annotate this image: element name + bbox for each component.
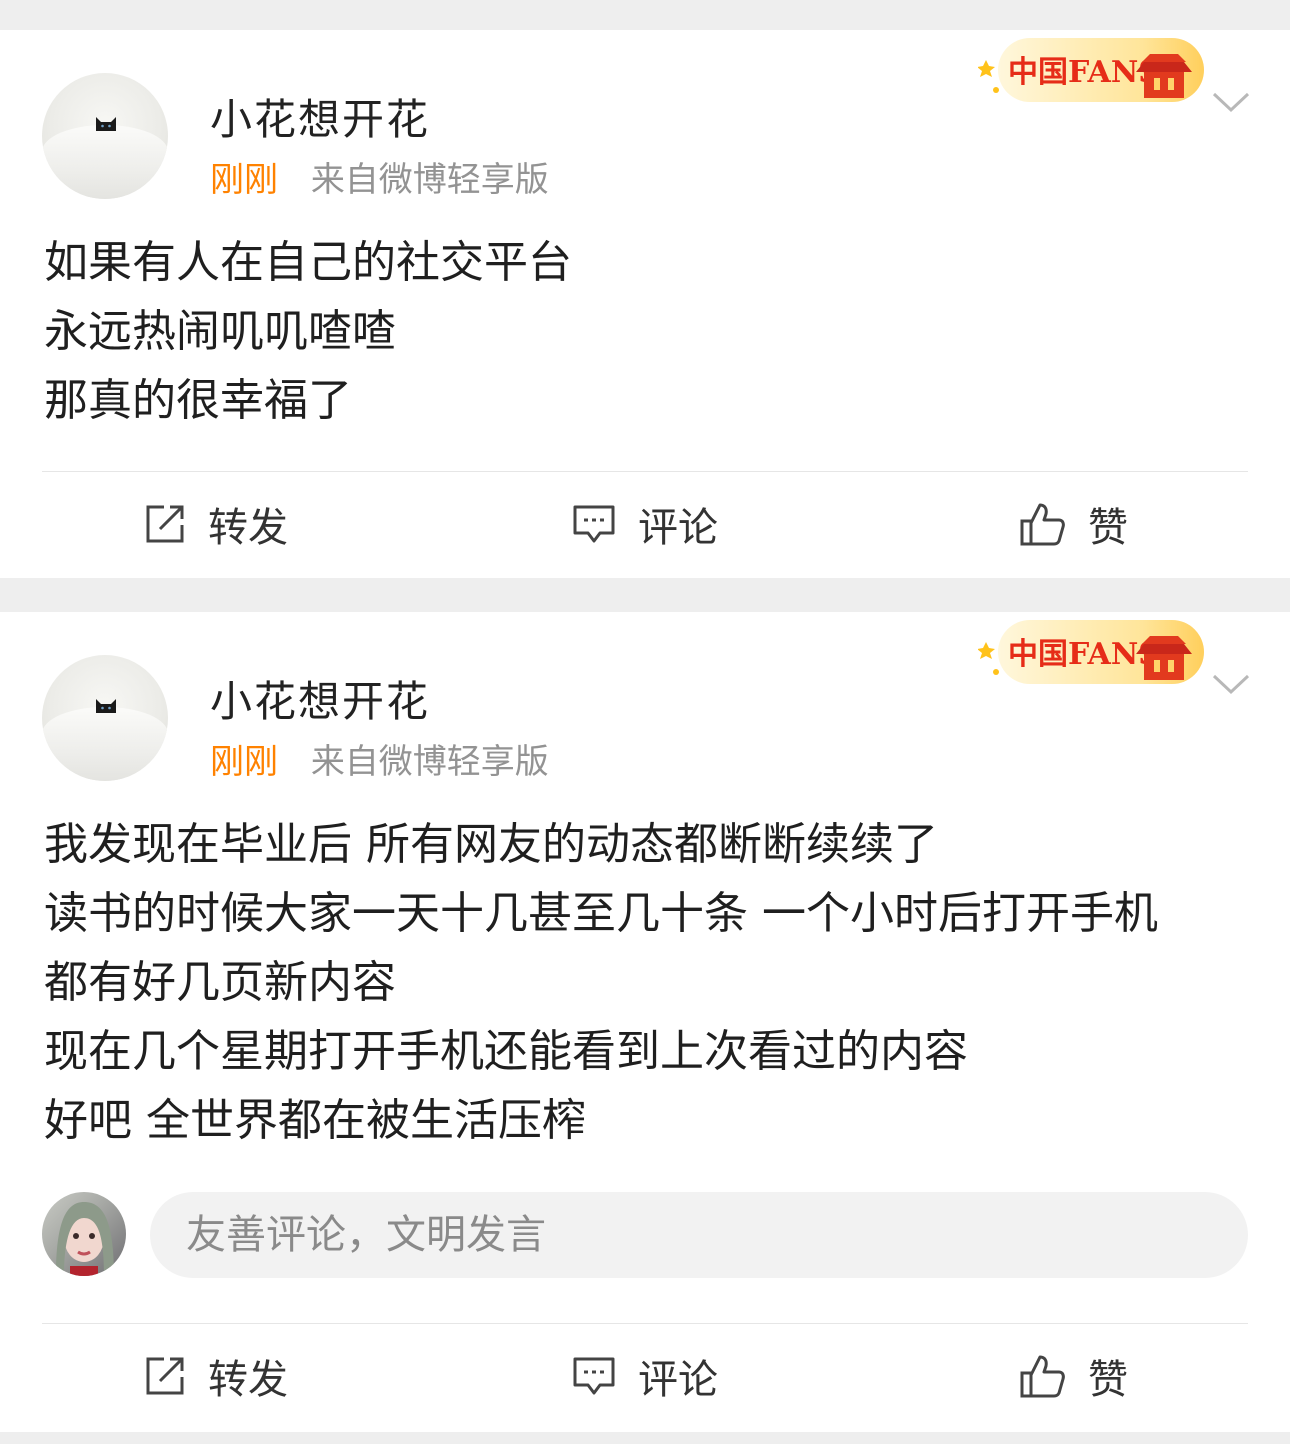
china-fans-badge-icon[interactable]: 中国FANS	[978, 30, 1208, 106]
user-avatar[interactable]	[42, 655, 168, 781]
action-bar: 转发 评论 赞	[0, 471, 1290, 577]
chevron-down-icon[interactable]	[1212, 670, 1250, 698]
thumbs-up-icon	[1020, 503, 1065, 546]
post-content-line: 我发现在毕业后 所有网友的动态都断断续续了	[44, 819, 938, 870]
chevron-down-icon[interactable]	[1212, 88, 1250, 116]
repost-button[interactable]: 转发	[144, 471, 288, 577]
post-source[interactable]: 来自微博轻享版	[311, 160, 549, 200]
username[interactable]: 小花想开花	[210, 86, 430, 147]
post-card: 小花想开花 刚刚 来自微博轻享版 中国FANS 如果有人在自己的社交平台 永远热…	[0, 30, 1290, 578]
post-content-line: 那真的很幸福了	[44, 375, 352, 426]
avatar-blanket	[42, 125, 168, 199]
post-time: 刚刚	[210, 160, 278, 200]
post-meta: 刚刚 来自微博轻享版	[210, 152, 549, 201]
comment-button[interactable]: 评论	[572, 1323, 718, 1429]
badge-text: 中国FANS	[1008, 637, 1160, 672]
thumbs-up-icon	[1020, 1355, 1065, 1398]
comment-button[interactable]: 评论	[572, 471, 718, 577]
post-content-line: 永远热闹叽叽喳喳	[44, 306, 396, 357]
repost-icon	[146, 505, 184, 543]
china-fans-badge-icon[interactable]: 中国FANS	[978, 612, 1208, 688]
repost-label: 转发	[208, 505, 288, 551]
cat-icon	[96, 117, 116, 131]
post-content: 如果有人在自己的社交平台 永远热闹叽叽喳喳 那真的很幸福了	[44, 228, 572, 435]
like-button[interactable]: 赞	[1020, 1323, 1128, 1429]
my-avatar[interactable]	[42, 1192, 126, 1276]
my-avatar-image	[56, 1202, 114, 1276]
post-card: 小花想开花 刚刚 来自微博轻享版 中国FANS 我发现在毕业后 所有网友的动态都…	[0, 612, 1290, 1432]
user-avatar[interactable]	[42, 73, 168, 199]
post-meta: 刚刚 来自微博轻享版	[210, 734, 549, 783]
cat-icon	[96, 699, 116, 713]
comment-label: 评论	[638, 1357, 718, 1403]
username[interactable]: 小花想开花	[210, 668, 430, 729]
post-content-line: 好吧 全世界都在被生活压榨	[44, 1095, 586, 1146]
comment-label: 评论	[638, 505, 718, 551]
repost-icon	[146, 1357, 184, 1395]
comment-icon	[573, 1357, 615, 1395]
avatar-blanket	[42, 707, 168, 781]
like-label: 赞	[1088, 1357, 1128, 1403]
like-button[interactable]: 赞	[1020, 471, 1128, 577]
post-source[interactable]: 来自微博轻享版	[311, 742, 549, 782]
repost-label: 转发	[208, 1357, 288, 1403]
badge-text: 中国FANS	[1008, 55, 1160, 90]
post-content-line: 都有好几页新内容	[44, 957, 396, 1008]
comment-input[interactable]	[150, 1192, 1248, 1278]
comment-icon	[573, 505, 615, 543]
post-content-line: 读书的时候大家一天十几甚至几十条 一个小时后打开手机	[44, 888, 1158, 939]
like-label: 赞	[1088, 505, 1128, 551]
post-content: 我发现在毕业后 所有网友的动态都断断续续了 读书的时候大家一天十几甚至几十条 一…	[44, 810, 1158, 1155]
repost-button[interactable]: 转发	[144, 1323, 288, 1429]
post-time: 刚刚	[210, 742, 278, 782]
action-bar: 转发 评论 赞	[0, 1323, 1290, 1429]
post-content-line: 如果有人在自己的社交平台	[44, 237, 572, 288]
post-content-line: 现在几个星期打开手机还能看到上次看过的内容	[44, 1026, 968, 1077]
